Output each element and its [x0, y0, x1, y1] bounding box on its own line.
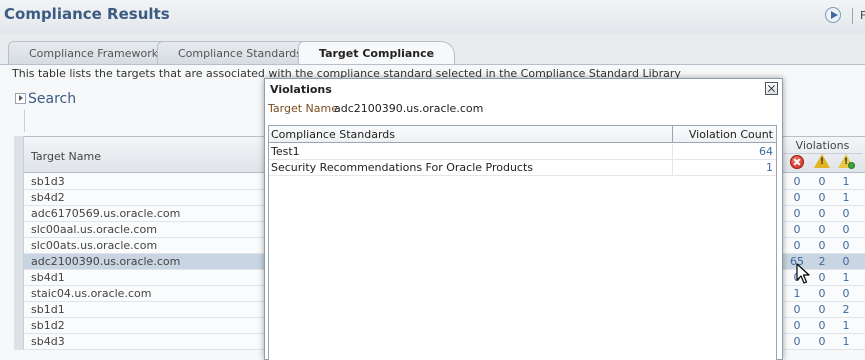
- warning-count[interactable]: 0: [812, 207, 832, 220]
- warning-glyph: !: [820, 157, 825, 167]
- violations-header-title: Violations: [795, 139, 850, 152]
- table-row[interactable]: sb1d3: [24, 174, 269, 190]
- search-disclosure-icon[interactable]: [15, 93, 26, 104]
- minor-count[interactable]: 1: [836, 319, 856, 332]
- table-row[interactable]: slc00ats.us.oracle.com: [24, 238, 269, 254]
- table-row[interactable]: sb4d3: [24, 334, 269, 350]
- critical-count[interactable]: 0: [787, 223, 807, 236]
- page-title: Compliance Results: [4, 5, 170, 23]
- target-name-label: Target Name: [268, 102, 338, 115]
- critical-count[interactable]: 0: [787, 239, 807, 252]
- play-icon[interactable]: [825, 7, 841, 23]
- targets-table-body: sb1d3 sb4d2 adc6170569.us.oracle.com slc…: [24, 174, 269, 350]
- minor-count[interactable]: 0: [836, 207, 856, 220]
- violations-dialog: Violations Target Name adc2100390.us.ora…: [264, 78, 783, 360]
- table-row[interactable]: sb4d1: [24, 270, 269, 286]
- minor-count[interactable]: 1: [836, 271, 856, 284]
- violations-table-body: Test1 64 Security Recommendations For Or…: [269, 144, 776, 176]
- standard-name: Security Recommendations For Oracle Prod…: [271, 161, 534, 174]
- violation-count[interactable]: 1: [766, 161, 773, 174]
- critical-count[interactable]: 0: [787, 175, 807, 188]
- warning-count[interactable]: 0: [812, 319, 832, 332]
- tab-target-compliance[interactable]: Target Compliance: [298, 41, 456, 65]
- table-row[interactable]: sb1d2: [24, 318, 269, 334]
- table-row[interactable]: slc00aal.us.oracle.com: [24, 222, 269, 238]
- minor-warning-icon[interactable]: !: [838, 154, 855, 169]
- warning-count[interactable]: 0: [812, 175, 832, 188]
- critical-count[interactable]: 0: [787, 207, 807, 220]
- warning-count[interactable]: 0: [812, 271, 832, 284]
- header-divider: [852, 8, 853, 24]
- minor-count[interactable]: 1: [836, 175, 856, 188]
- table-row-selected[interactable]: adc2100390.us.oracle.com: [24, 254, 269, 270]
- minor-count[interactable]: 0: [836, 239, 856, 252]
- mouse-cursor-icon: [796, 263, 810, 284]
- column-header-target-name[interactable]: Target Name: [31, 150, 101, 163]
- minor-count[interactable]: 1: [836, 335, 856, 348]
- violation-count[interactable]: 64: [759, 145, 773, 158]
- close-icon[interactable]: [765, 82, 778, 95]
- minor-count[interactable]: 1: [836, 191, 856, 204]
- column-header-compliance-standards[interactable]: Compliance Standards: [271, 128, 395, 141]
- table-row[interactable]: sb1d1: [24, 302, 269, 318]
- table-row[interactable]: Test1 64: [269, 144, 776, 160]
- violations-column-body: 001 001 000 000 000 6520 001 100 002 001…: [780, 174, 865, 350]
- search-section-title[interactable]: Search: [28, 91, 76, 107]
- targets-table-header: Target Name: [24, 136, 269, 173]
- warning-count[interactable]: 2: [812, 255, 832, 268]
- table-row[interactable]: staic04.us.oracle.com: [24, 286, 269, 302]
- standard-name: Test1: [271, 145, 300, 158]
- tab-bar: Compliance Frameworks Compliance Standar…: [0, 41, 865, 65]
- warning-count[interactable]: 0: [812, 287, 832, 300]
- violation-count-cell: 1: [672, 160, 776, 176]
- warning-count[interactable]: 0: [812, 223, 832, 236]
- critical-count[interactable]: 0: [787, 191, 807, 204]
- target-name-value: adc2100390.us.oracle.com: [334, 102, 484, 115]
- minor-warning-badge: [848, 162, 855, 169]
- violations-column-header: Violations ! !: [780, 136, 865, 173]
- critical-count[interactable]: 0: [787, 335, 807, 348]
- page-header: Compliance Results F: [0, 0, 865, 34]
- header-trail-text: F: [860, 9, 865, 22]
- critical-icon[interactable]: [790, 155, 804, 169]
- dialog-title: Violations: [270, 83, 332, 96]
- minor-count[interactable]: 0: [836, 223, 856, 236]
- warning-count[interactable]: 0: [812, 239, 832, 252]
- violations-table: Compliance Standards Violation Count Tes…: [268, 125, 777, 360]
- table-row[interactable]: Security Recommendations For Oracle Prod…: [269, 160, 776, 176]
- minor-count[interactable]: 0: [836, 287, 856, 300]
- minor-count[interactable]: 0: [836, 255, 856, 268]
- warning-count[interactable]: 0: [812, 335, 832, 348]
- warning-count[interactable]: 0: [812, 191, 832, 204]
- table-row-gutter: [14, 136, 24, 350]
- critical-count[interactable]: 0: [787, 303, 807, 316]
- minor-count[interactable]: 2: [836, 303, 856, 316]
- warning-icon[interactable]: !: [814, 154, 830, 168]
- warning-count[interactable]: 0: [812, 303, 832, 316]
- violation-count-cell: 64: [672, 144, 776, 160]
- table-row[interactable]: adc6170569.us.oracle.com: [24, 206, 269, 222]
- search-divider: [24, 110, 25, 132]
- critical-count[interactable]: 0: [787, 319, 807, 332]
- table-row[interactable]: sb4d2: [24, 190, 269, 206]
- violations-table-header: Compliance Standards Violation Count: [269, 126, 776, 143]
- column-header-violation-count-cell: Violation Count: [672, 126, 776, 143]
- column-header-violation-count[interactable]: Violation Count: [689, 128, 773, 141]
- critical-count[interactable]: 1: [787, 287, 807, 300]
